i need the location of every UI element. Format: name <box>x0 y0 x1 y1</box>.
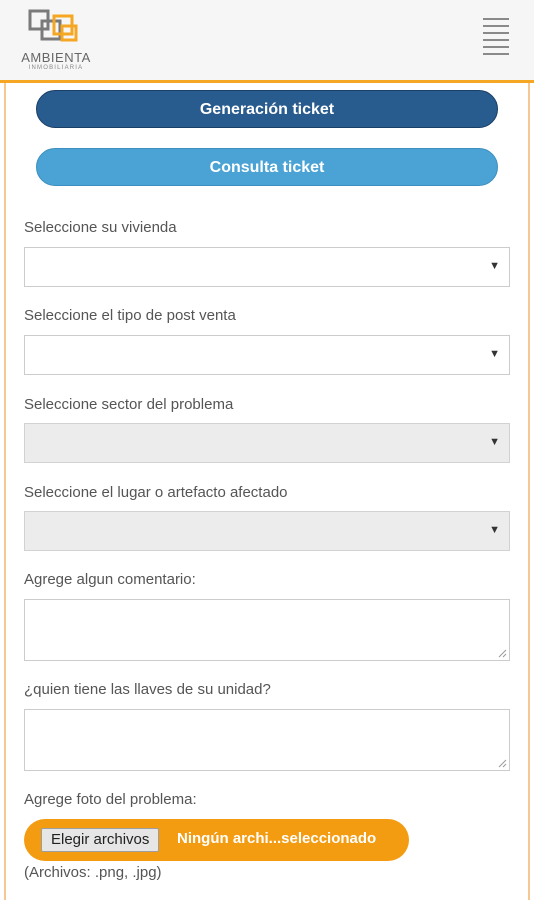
file-types-hint: (Archivos: .png, .jpg) <box>24 864 162 881</box>
resize-grip-icon[interactable] <box>497 648 507 658</box>
comment-textarea[interactable] <box>24 599 510 661</box>
housing-select[interactable]: ▼ <box>24 247 510 287</box>
problem-sector-label: Seleccione sector del problema <box>24 396 234 413</box>
logo-squares-icon <box>28 9 78 42</box>
logo-text: AMBIENTA <box>21 50 91 65</box>
chevron-down-icon: ▼ <box>489 524 500 536</box>
company-logo[interactable]: AMBIENTA INMOBILIARIA <box>10 4 102 76</box>
keys-holder-textarea[interactable] <box>24 709 510 771</box>
keys-holder-label: ¿quien tiene las llaves de su unidad? <box>24 681 271 698</box>
query-ticket-button[interactable]: Consulta ticket <box>36 148 498 186</box>
choose-files-button[interactable]: Elegir archivos <box>41 828 160 852</box>
problem-sector-select[interactable]: ▼ <box>24 423 510 463</box>
chevron-down-icon: ▼ <box>489 260 500 272</box>
post-sale-type-label: Seleccione el tipo de post venta <box>24 307 236 324</box>
app-header: AMBIENTA INMOBILIARIA <box>0 0 534 83</box>
affected-place-select[interactable]: ▼ <box>24 511 510 551</box>
housing-label: Seleccione su vivienda <box>24 219 177 236</box>
logo-subtext: INMOBILIARIA <box>28 65 84 71</box>
file-status-text: Ningún archi...seleccionado <box>177 830 377 847</box>
file-upload-field[interactable]: Elegir archivos Ningún archi...seleccion… <box>24 819 409 861</box>
affected-place-label: Seleccione el lugar o artefacto afectado <box>24 484 288 501</box>
chevron-down-icon: ▼ <box>489 348 500 360</box>
generate-ticket-button[interactable]: Generación ticket <box>36 90 498 128</box>
resize-grip-icon[interactable] <box>497 758 507 768</box>
chevron-down-icon: ▼ <box>489 436 500 448</box>
photo-label: Agrege foto del problema: <box>24 791 197 808</box>
comment-label: Agrege algun comentario: <box>24 571 196 588</box>
hamburger-icon[interactable] <box>480 16 512 60</box>
post-sale-type-select[interactable]: ▼ <box>24 335 510 375</box>
